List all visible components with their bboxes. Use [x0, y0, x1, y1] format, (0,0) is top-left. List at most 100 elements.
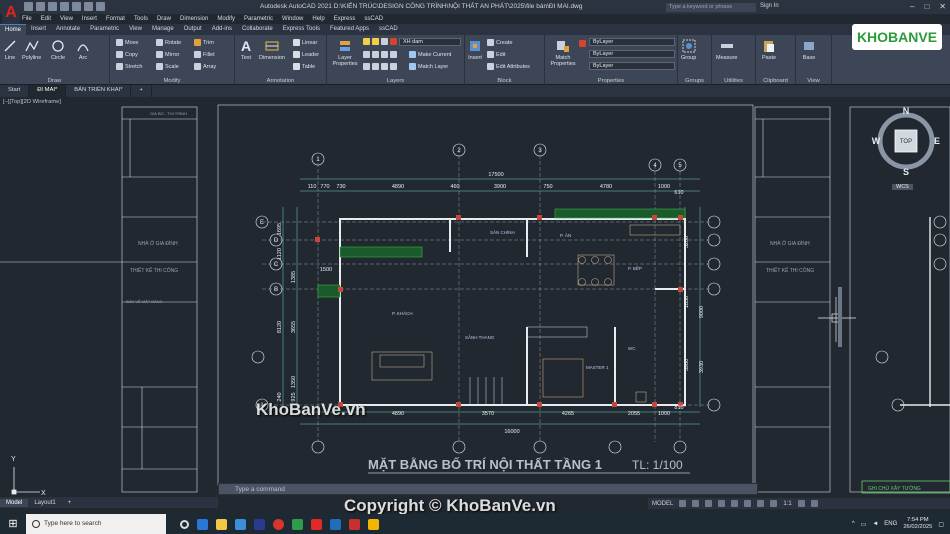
groups-panel-title[interactable]: Groups [678, 78, 711, 84]
layer-off-icon[interactable] [363, 51, 370, 58]
new-icon[interactable] [24, 2, 33, 11]
utilities-panel-title[interactable]: Utilities [712, 78, 755, 84]
tab-di-mai[interactable]: ĐI MAI* [29, 85, 67, 97]
menu-sscad[interactable]: ssCAD [364, 16, 383, 22]
grid-icon[interactable] [679, 500, 687, 507]
navigation-bar[interactable] [838, 287, 842, 347]
line-button[interactable]: Line [3, 39, 17, 61]
compass-e[interactable]: E [934, 136, 940, 146]
dimension-button[interactable]: Dimension [259, 39, 285, 61]
compass-s[interactable]: S [903, 167, 909, 177]
windows-start-icon[interactable]: ⊞ [0, 514, 26, 534]
annotation-scale[interactable]: 1:1 [783, 501, 791, 507]
sun-icon[interactable] [372, 38, 379, 45]
lineweight-dropdown[interactable]: ByLayer [589, 50, 675, 58]
move-button[interactable]: Move [116, 39, 138, 46]
customize-icon[interactable] [810, 500, 818, 507]
menu-dimension[interactable]: Dimension [180, 16, 208, 22]
polyline-button[interactable]: Polyline [22, 39, 41, 61]
autocad-logo-icon[interactable]: A [2, 2, 20, 24]
create-block-button[interactable]: Create [487, 39, 513, 46]
fillet-button[interactable]: Fillet [194, 51, 215, 58]
lightbulb-icon[interactable] [363, 38, 370, 45]
tab-view[interactable]: View [124, 24, 147, 35]
tab-annotate[interactable]: Annotate [51, 24, 85, 35]
store-icon[interactable] [235, 518, 246, 530]
tab-manage[interactable]: Manage [147, 24, 179, 35]
clock[interactable]: 7:54 PM 26/02/2025 [903, 517, 932, 531]
arc-button[interactable]: Arc [76, 39, 90, 61]
compass-w[interactable]: W [872, 136, 881, 146]
menu-format[interactable]: Format [106, 16, 125, 22]
viewcube-top-face[interactable]: TOP [900, 139, 912, 145]
base-button[interactable]: Base [802, 39, 816, 61]
model-space-toggle[interactable]: MODEL [652, 501, 673, 507]
layer-isolate-icon[interactable] [372, 51, 379, 58]
save-as-icon[interactable] [60, 2, 69, 11]
open-icon[interactable] [36, 2, 45, 11]
undo-icon[interactable] [84, 2, 93, 11]
ortho-icon[interactable] [705, 500, 713, 507]
copy-button[interactable]: Copy [116, 51, 138, 58]
array-button[interactable]: Array [194, 63, 216, 70]
annotation-visibility-icon[interactable] [770, 500, 778, 507]
group-button[interactable]: Group [681, 39, 696, 61]
properties-panel-title[interactable]: Properties [545, 78, 677, 84]
layer-unlock-icon[interactable] [390, 63, 397, 70]
google-drive-icon[interactable] [368, 518, 379, 530]
task-view-icon[interactable] [180, 519, 189, 529]
draw-panel-title[interactable]: Draw [0, 78, 109, 84]
tab-model[interactable]: Model [0, 498, 29, 507]
wcs-dropdown[interactable]: WCS [892, 184, 913, 190]
tab-ban-trien-khai[interactable]: BẢN TRIỂN KHAI* [66, 85, 132, 97]
menu-window[interactable]: Window [282, 16, 303, 22]
edge-icon[interactable] [197, 518, 208, 530]
trim-button[interactable]: Trim [194, 39, 214, 46]
paste-button[interactable]: Paste [762, 39, 776, 61]
menu-help[interactable]: Help [312, 16, 324, 22]
tab-featured-apps[interactable]: Featured Apps [325, 24, 374, 35]
file-explorer-icon[interactable] [216, 518, 227, 530]
menu-draw[interactable]: Draw [157, 16, 171, 22]
layer-dropdown[interactable]: XH dam [399, 38, 461, 46]
tab-insert[interactable]: Insert [26, 24, 51, 35]
layer-properties-button[interactable]: Layer Properties [331, 39, 359, 67]
block-panel-title[interactable]: Block [465, 78, 544, 84]
layer-lock-icon[interactable] [390, 51, 397, 58]
drawing-canvas[interactable]: [–][Top][2D Wireframe] GIÁ BỐ - THI TRÌN… [0, 97, 950, 497]
chevron-up-icon[interactable]: ^ [852, 521, 855, 527]
tab-parametric[interactable]: Parametric [85, 24, 124, 35]
match-properties-button[interactable]: Match Properties [548, 39, 578, 67]
tab-layout1[interactable]: Layout1 [28, 499, 61, 507]
language-indicator[interactable]: ENG [884, 521, 897, 527]
stretch-button[interactable]: Stretch [116, 63, 142, 70]
layers-panel-title[interactable]: Layers [327, 78, 464, 84]
tab-add-layout[interactable]: + [62, 499, 78, 507]
word-icon[interactable] [330, 518, 341, 530]
layer-thaw-icon[interactable] [381, 63, 388, 70]
tab-collaborate[interactable]: Collaborate [237, 24, 278, 35]
polar-icon[interactable] [718, 500, 726, 507]
mirror-button[interactable]: Mirror [156, 51, 179, 58]
layer-unisolate-icon[interactable] [372, 63, 379, 70]
menu-express[interactable]: Express [334, 16, 356, 22]
menu-view[interactable]: View [60, 16, 73, 22]
network-icon[interactable]: ▭ [861, 521, 867, 528]
osnap-icon[interactable] [731, 500, 739, 507]
redo-icon[interactable] [96, 2, 105, 11]
viewport-controls[interactable]: [–][Top][2D Wireframe] [3, 99, 61, 105]
rotate-button[interactable]: Rotate [156, 39, 181, 46]
color-dropdown[interactable]: ByLayer [589, 38, 675, 46]
scale-button[interactable]: Scale [156, 63, 179, 70]
insert-block-button[interactable]: Insert [468, 39, 482, 61]
linear-button[interactable]: Linear [293, 39, 317, 46]
minimize-icon[interactable]: – [910, 2, 914, 11]
leader-button[interactable]: Leader [293, 51, 319, 58]
menu-file[interactable]: File [22, 16, 32, 22]
viewcube[interactable]: TOP N S W E WCS [870, 105, 942, 190]
menu-edit[interactable]: Edit [41, 16, 51, 22]
modify-panel-title[interactable]: Modify [110, 78, 234, 84]
gear-icon[interactable] [797, 500, 805, 507]
edit-attributes-button[interactable]: Edit Attributes [487, 63, 530, 70]
circle-button[interactable]: Circle [51, 39, 65, 61]
